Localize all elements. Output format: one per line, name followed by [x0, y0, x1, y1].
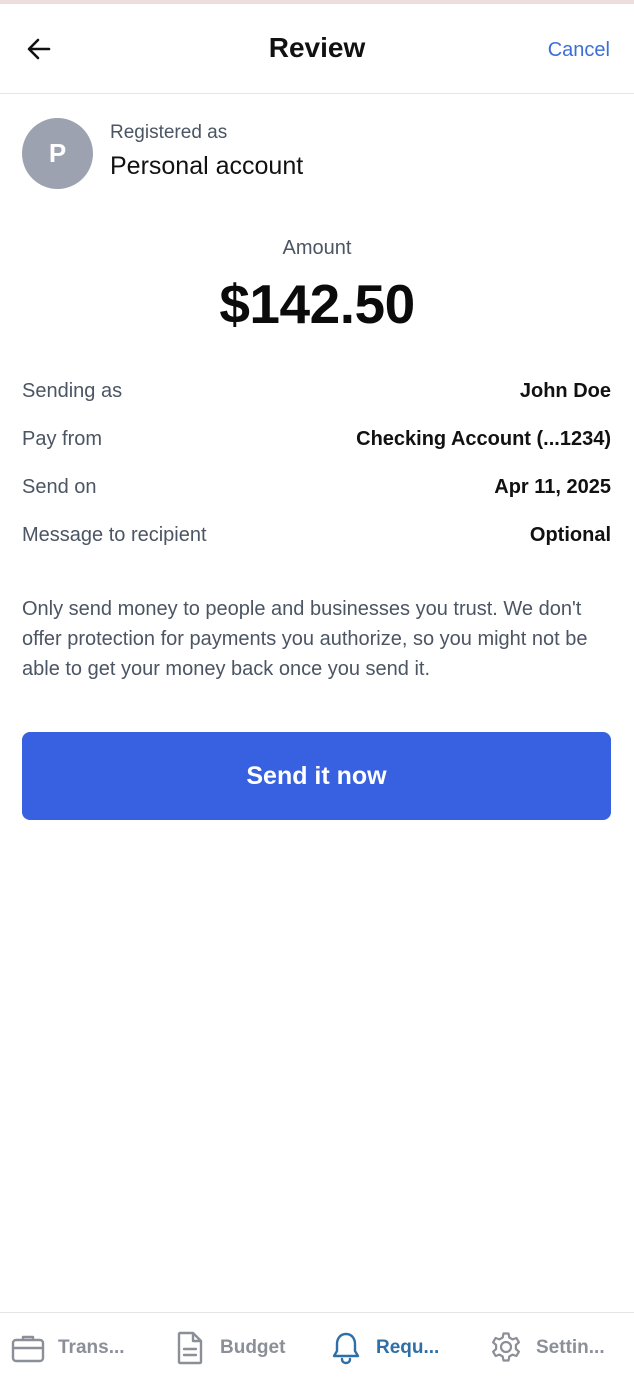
back-button[interactable]: [18, 28, 60, 70]
detail-row-message[interactable]: Message to recipient Optional: [22, 514, 611, 562]
gear-icon: [488, 1330, 524, 1366]
nav-label: Budget: [220, 1337, 286, 1358]
briefcase-icon: [10, 1330, 46, 1366]
detail-value: Apr 11, 2025: [494, 476, 611, 498]
nav-label: Requ...: [376, 1337, 440, 1358]
detail-value: John Doe: [519, 380, 611, 402]
header: Review Cancel: [0, 4, 634, 94]
nav-item-budget[interactable]: Budget: [172, 1313, 285, 1383]
send-button[interactable]: Send it now: [22, 732, 611, 820]
registered-as-label: Registered as: [110, 122, 228, 143]
nav-item-requests[interactable]: Requ...: [328, 1313, 439, 1383]
nav-label: Settin...: [536, 1337, 605, 1358]
bottom-nav: Trans... Budget Requ... Settin...: [0, 1312, 634, 1382]
nav-item-transactions[interactable]: Trans...: [10, 1313, 125, 1383]
cancel-button[interactable]: Cancel: [548, 39, 610, 62]
detail-label: Sending as: [22, 380, 123, 402]
arrow-left-icon: [27, 38, 51, 60]
detail-label: Message to recipient: [22, 524, 207, 546]
account-type: Personal account: [110, 152, 304, 180]
detail-label: Pay from: [22, 428, 103, 450]
detail-row-sending-as: Sending as John Doe: [22, 370, 611, 418]
warning-text: Only send money to people and businesses…: [22, 598, 588, 680]
nav-label: Trans...: [58, 1337, 125, 1358]
bell-icon: [328, 1330, 364, 1366]
payment-details: Sending as John Doe Pay from Checking Ac…: [22, 370, 611, 562]
document-icon: [172, 1330, 208, 1366]
detail-value[interactable]: Optional: [530, 524, 611, 547]
page-title: Review: [268, 32, 366, 63]
detail-row-pay-from: Pay from Checking Account (...1234): [22, 418, 611, 466]
avatar: P: [22, 118, 93, 189]
detail-value: Checking Account (...1234): [356, 428, 611, 450]
detail-row-send-on: Send on Apr 11, 2025: [22, 466, 611, 514]
detail-label: Send on: [22, 476, 97, 498]
account-info: P Registered as Personal account: [22, 118, 612, 190]
amount-value: $142.50: [219, 273, 415, 335]
nav-item-settings[interactable]: Settin...: [488, 1313, 605, 1383]
amount-label: Amount: [282, 237, 352, 259]
